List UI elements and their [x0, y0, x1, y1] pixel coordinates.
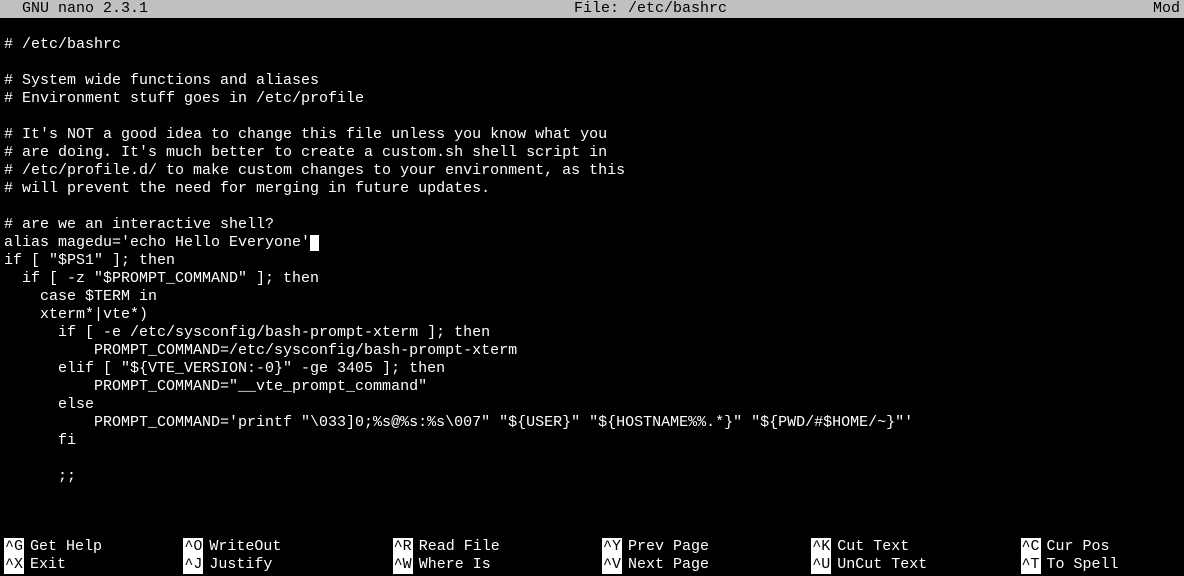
shortcut-cur-pos[interactable]: ^C Cur Pos — [1021, 538, 1180, 556]
shortcut-key: ^R — [393, 538, 413, 556]
shortcut-label: To Spell — [1047, 556, 1119, 574]
shortcut-label: Cur Pos — [1047, 538, 1110, 556]
shortcut-read-file[interactable]: ^R Read File — [393, 538, 602, 556]
editor-line[interactable]: # are doing. It's much better to create … — [4, 144, 1180, 162]
shortcut-cut-text[interactable]: ^K Cut Text — [811, 538, 1020, 556]
app-name: GNU nano 2.3.1 — [4, 0, 148, 18]
shortcut-label: Where Is — [419, 556, 491, 574]
editor-line[interactable]: case $TERM in — [4, 288, 1180, 306]
shortcut-uncut-text[interactable]: ^U UnCut Text — [811, 556, 1020, 574]
title-bar: GNU nano 2.3.1 File: /etc/bashrc Mod — [0, 0, 1184, 18]
editor-line[interactable]: elif [ "${VTE_VERSION:-0}" -ge 3405 ]; t… — [4, 360, 1180, 378]
shortcut-next-page[interactable]: ^V Next Page — [602, 556, 811, 574]
shortcut-label: Next Page — [628, 556, 709, 574]
text-cursor — [310, 235, 319, 251]
editor-line[interactable]: # will prevent the need for merging in f… — [4, 180, 1180, 198]
shortcut-key: ^W — [393, 556, 413, 574]
editor-line[interactable]: ;; — [4, 468, 1180, 486]
editor-line[interactable]: # It's NOT a good idea to change this fi… — [4, 126, 1180, 144]
shortcut-bar: ^G Get Help ^O WriteOut ^R Read File ^Y Prev Pa… — [0, 538, 1184, 576]
shortcut-to-spell[interactable]: ^T To Spell — [1021, 556, 1180, 574]
shortcut-key: ^C — [1021, 538, 1041, 556]
shortcut-row-1: ^G Get Help ^O WriteOut ^R Read File ^Y Prev Pa… — [4, 538, 1180, 556]
editor-area[interactable]: # /etc/bashrc # System wide functions and… — [0, 18, 1184, 536]
editor-line[interactable]: # /etc/profile.d/ to make custom changes… — [4, 162, 1180, 180]
editor-line[interactable]: alias magedu='echo Hello Everyone' — [4, 234, 1180, 252]
shortcut-key: ^K — [811, 538, 831, 556]
editor-line[interactable]: PROMPT_COMMAND="__vte_prompt_command" — [4, 378, 1180, 396]
shortcut-justify[interactable]: ^J Justify — [183, 556, 392, 574]
shortcut-label: WriteOut — [209, 538, 281, 556]
shortcut-writeout[interactable]: ^O WriteOut — [183, 538, 392, 556]
editor-line[interactable]: if [ "$PS1" ]; then — [4, 252, 1180, 270]
shortcut-key: ^O — [183, 538, 203, 556]
file-path: File: /etc/bashrc — [148, 0, 1153, 18]
shortcut-key: ^T — [1021, 556, 1041, 574]
shortcut-label: UnCut Text — [837, 556, 927, 574]
editor-line[interactable]: # Environment stuff goes in /etc/profile — [4, 90, 1180, 108]
shortcut-key: ^J — [183, 556, 203, 574]
editor-line[interactable]: fi — [4, 432, 1180, 450]
shortcut-label: Read File — [419, 538, 500, 556]
editor-line[interactable]: # System wide functions and aliases — [4, 72, 1180, 90]
editor-line[interactable]: else — [4, 396, 1180, 414]
shortcut-key: ^V — [602, 556, 622, 574]
editor-line[interactable] — [4, 54, 1180, 72]
editor-line[interactable]: # /etc/bashrc — [4, 36, 1180, 54]
shortcut-exit[interactable]: ^X Exit — [4, 556, 183, 574]
editor-line[interactable] — [4, 450, 1180, 468]
shortcut-key: ^Y — [602, 538, 622, 556]
editor-line[interactable]: PROMPT_COMMAND='printf "\033]0;%s@%s:%s\… — [4, 414, 1180, 432]
shortcut-where-is[interactable]: ^W Where Is — [393, 556, 602, 574]
editor-line[interactable] — [4, 108, 1180, 126]
editor-line[interactable]: PROMPT_COMMAND=/etc/sysconfig/bash-promp… — [4, 342, 1180, 360]
editor-line[interactable]: xterm*|vte*) — [4, 306, 1180, 324]
editor-line[interactable] — [4, 198, 1180, 216]
editor-line[interactable] — [4, 18, 1180, 36]
editor-line[interactable]: if [ -e /etc/sysconfig/bash-prompt-xterm… — [4, 324, 1180, 342]
shortcut-label: Justify — [209, 556, 272, 574]
shortcut-prev-page[interactable]: ^Y Prev Page — [602, 538, 811, 556]
shortcut-key: ^U — [811, 556, 831, 574]
shortcut-label: Cut Text — [837, 538, 909, 556]
editor-line[interactable]: # are we an interactive shell? — [4, 216, 1180, 234]
shortcut-label: Exit — [30, 556, 66, 574]
shortcut-label: Get Help — [30, 538, 102, 556]
shortcut-get-help[interactable]: ^G Get Help — [4, 538, 183, 556]
shortcut-key: ^G — [4, 538, 24, 556]
shortcut-row-2: ^X Exit ^J Justify ^W Where Is ^V Next Page ^U Un… — [4, 556, 1180, 574]
shortcut-label: Prev Page — [628, 538, 709, 556]
shortcut-key: ^X — [4, 556, 24, 574]
editor-line[interactable]: if [ -z "$PROMPT_COMMAND" ]; then — [4, 270, 1180, 288]
modified-status: Mod — [1153, 0, 1180, 18]
